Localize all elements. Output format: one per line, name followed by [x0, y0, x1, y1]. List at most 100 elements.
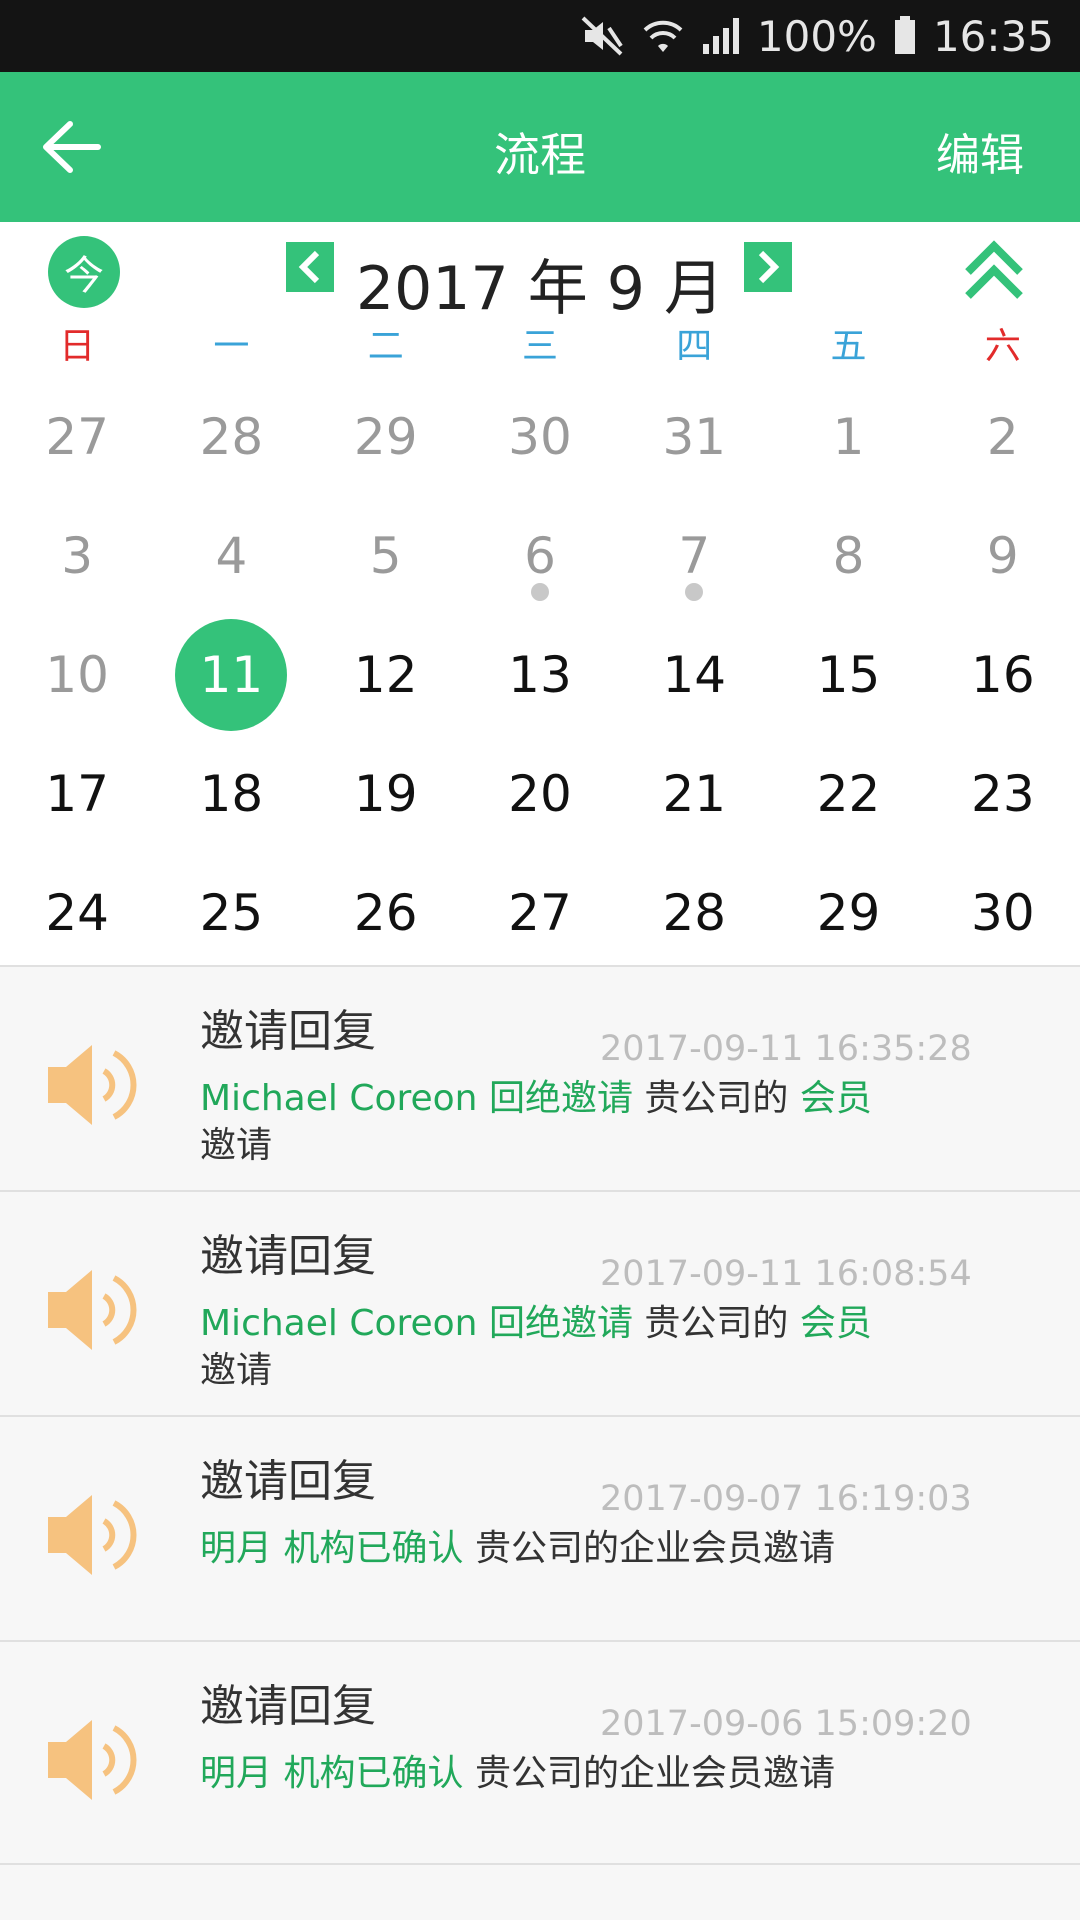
weekday-wed: 三 — [521, 326, 558, 367]
notification-item[interactable]: 邀请回复 2017-09-06 15:09:20 明月 机构已确认 贵公司的企业… — [0, 1640, 1080, 1865]
desc-text: 贵公司的企业会员邀请 — [474, 1753, 835, 1794]
calendar-day[interactable]: 16 — [926, 615, 1080, 734]
speaker-icon — [48, 1720, 137, 1800]
signal-icon — [701, 16, 741, 56]
prev-month-button[interactable] — [286, 242, 334, 292]
notification-item[interactable]: 邀请回复 2017-09-11 16:35:28 Michael Coreon … — [0, 965, 1080, 1190]
user-name: 明月 — [200, 1528, 273, 1569]
calendar-day[interactable]: 19 — [309, 734, 463, 853]
battery-icon — [893, 16, 917, 56]
calendar-day[interactable]: 10 — [0, 615, 154, 734]
calendar-day[interactable]: 6 — [463, 496, 617, 615]
notification-desc: Michael Coreon 回绝邀请 贵公司的 会员 邀请 — [200, 1075, 920, 1169]
notification-title: 邀请回复 — [200, 1681, 376, 1732]
notification-item[interactable]: 邀请回复 2017-09-07 16:19:03 明月 机构已确认 贵公司的企业… — [0, 1415, 1080, 1640]
calendar: 今 2017 年 9 月 日 一 二 三 四 五 六 27 28 29 30 3… — [0, 222, 1080, 965]
desc-text: 贵公司的 — [644, 1303, 789, 1344]
speaker-icon — [48, 1270, 137, 1350]
speaker-icon — [48, 1045, 137, 1125]
action-text: 回绝邀请 — [488, 1078, 633, 1119]
status-time: 16:35 — [932, 11, 1054, 61]
notification-title: 邀请回复 — [200, 1231, 376, 1282]
desc-text: 贵公司的 — [644, 1078, 789, 1119]
calendar-day[interactable]: 21 — [617, 734, 771, 853]
calendar-day-selected[interactable]: 11 — [154, 615, 308, 734]
action-text: 回绝邀请 — [488, 1303, 633, 1344]
weekday-sun: 日 — [59, 326, 96, 367]
calendar-day[interactable]: 1 — [771, 377, 925, 496]
calendar-day[interactable]: 17 — [0, 734, 154, 853]
desc-text-end: 邀请 — [200, 1350, 273, 1391]
calendar-day[interactable]: 23 — [926, 734, 1080, 853]
event-dot — [685, 583, 704, 601]
member-tag: 会员 — [799, 1303, 872, 1344]
weekday-thu: 四 — [676, 326, 713, 367]
notification-desc: 明月 机构已确认 贵公司的企业会员邀请 — [200, 1525, 920, 1572]
notification-desc: 明月 机构已确认 贵公司的企业会员邀请 — [200, 1750, 920, 1797]
edit-button[interactable]: 编辑 — [936, 119, 1024, 183]
notification-title: 邀请回复 — [200, 1456, 376, 1507]
calendar-day[interactable]: 29 — [309, 377, 463, 496]
calendar-day[interactable]: 5 — [309, 496, 463, 615]
notification-item[interactable]: 邀请回复 2017-09-11 16:08:54 Michael Coreon … — [0, 1190, 1080, 1415]
calendar-day[interactable]: 8 — [771, 496, 925, 615]
calendar-day[interactable]: 24 — [0, 853, 154, 972]
calendar-day[interactable]: 4 — [154, 496, 308, 615]
calendar-day[interactable]: 20 — [463, 734, 617, 853]
notification-time: 2017-09-06 15:09:20 — [600, 1704, 972, 1744]
desc-text: 贵公司的企业会员邀请 — [474, 1528, 835, 1569]
calendar-day[interactable]: 25 — [154, 853, 308, 972]
weekday-header: 日 一 二 三 四 五 六 — [0, 317, 1080, 377]
days-grid: 27 28 29 30 31 1 2 3 4 5 6 7 8 9 10 11 1… — [0, 377, 1080, 972]
page-title: 流程 — [494, 128, 586, 182]
weekday-sat: 六 — [984, 326, 1021, 367]
app-header: 流程 编辑 — [0, 72, 1080, 222]
calendar-day[interactable]: 30 — [463, 377, 617, 496]
calendar-day[interactable]: 7 — [617, 496, 771, 615]
notification-time: 2017-09-07 16:19:03 — [600, 1479, 972, 1519]
notification-desc: Michael Coreon 回绝邀请 贵公司的 会员 邀请 — [200, 1300, 920, 1394]
calendar-day[interactable]: 13 — [463, 615, 617, 734]
notification-title: 邀请回复 — [200, 1006, 376, 1057]
double-chevron-up-icon — [965, 240, 1023, 299]
calendar-day[interactable]: 14 — [617, 615, 771, 734]
calendar-day[interactable]: 31 — [617, 377, 771, 496]
calendar-day[interactable]: 3 — [0, 496, 154, 615]
calendar-day[interactable]: 29 — [771, 853, 925, 972]
action-text: 机构已确认 — [283, 1528, 464, 1569]
calendar-day[interactable]: 15 — [771, 615, 925, 734]
calendar-day[interactable]: 12 — [309, 615, 463, 734]
wifi-icon — [641, 16, 685, 56]
desc-text-end: 邀请 — [200, 1125, 273, 1166]
weekday-mon: 一 — [213, 326, 250, 367]
user-name: Michael Coreon — [200, 1078, 478, 1119]
chevron-right-icon — [758, 250, 780, 284]
collapse-calendar-button[interactable] — [962, 238, 1026, 302]
speaker-icon — [48, 1495, 137, 1575]
calendar-day[interactable]: 9 — [926, 496, 1080, 615]
calendar-day[interactable]: 18 — [154, 734, 308, 853]
calendar-day[interactable]: 30 — [926, 853, 1080, 972]
next-month-button[interactable] — [744, 242, 792, 292]
event-dot — [530, 583, 549, 601]
weekday-tue: 二 — [367, 326, 404, 367]
member-tag: 会员 — [799, 1078, 872, 1119]
user-name: Michael Coreon — [200, 1303, 478, 1344]
mute-icon — [581, 16, 625, 56]
calendar-day[interactable]: 27 — [0, 377, 154, 496]
calendar-day[interactable]: 2 — [926, 377, 1080, 496]
month-label: 2017 年 9 月 — [355, 254, 725, 324]
calendar-day[interactable]: 28 — [617, 853, 771, 972]
today-button[interactable]: 今 — [48, 236, 120, 308]
notification-list: 邀请回复 2017-09-11 16:35:28 Michael Coreon … — [0, 965, 1080, 1865]
calendar-day[interactable]: 27 — [463, 853, 617, 972]
calendar-day[interactable]: 22 — [771, 734, 925, 853]
notification-time: 2017-09-11 16:08:54 — [600, 1254, 972, 1294]
calendar-day[interactable]: 26 — [309, 853, 463, 972]
status-bar: 100% 16:35 — [0, 0, 1080, 72]
calendar-day[interactable]: 28 — [154, 377, 308, 496]
notification-time: 2017-09-11 16:35:28 — [600, 1029, 972, 1069]
action-text: 机构已确认 — [283, 1753, 464, 1794]
user-name: 明月 — [200, 1753, 273, 1794]
battery-percent: 100% — [756, 11, 877, 61]
